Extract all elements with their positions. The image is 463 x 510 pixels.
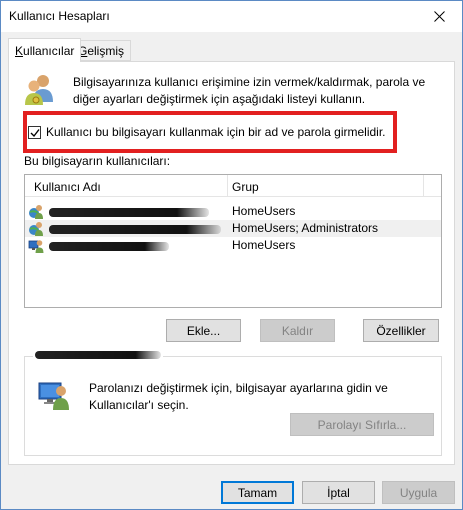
password-info-text: Parolanızı değiştirmek için, bilgisayar … (89, 381, 388, 412)
checkmark-icon (30, 128, 40, 137)
groupbox-title (33, 351, 163, 360)
tab-users[interactable]: Kullanıcılar (8, 38, 82, 62)
intro-text: Bilgisayarınıza kullanıcı erişimine izin… (73, 75, 426, 106)
cancel-button[interactable]: İptal (302, 481, 375, 504)
apply-button[interactable]: Uygula (382, 481, 455, 504)
redacted-username (49, 225, 221, 234)
close-icon (433, 11, 445, 22)
column-header-username[interactable]: Kullanıcı Adı (34, 180, 101, 194)
user-globe-icon (29, 222, 43, 236)
table-row[interactable]: HomeUsers (25, 203, 441, 220)
users-tab-panel: Bilgisayarınıza kullanıcı erişimine izin… (8, 61, 455, 465)
redacted-username (49, 208, 209, 217)
table-row[interactable]: HomeUsers; Administrators (25, 220, 441, 237)
listview-header: Kullanıcı Adı Grup (25, 175, 441, 197)
password-groupbox: Parolanızı değiştirmek için, bilgisayar … (24, 351, 442, 456)
require-password-checkbox[interactable] (28, 125, 41, 139)
user-globe-icon (29, 205, 43, 219)
window-title: Kullanıcı Hesapları (9, 9, 110, 23)
tab-users-accel: K (15, 44, 24, 58)
user-monitor-icon (38, 382, 69, 410)
row-group: HomeUsers (232, 204, 296, 218)
tab-advanced-label: elişmiş (87, 44, 125, 58)
reset-password-button[interactable]: Parolayı Sıfırla... (290, 413, 434, 436)
close-button[interactable] (416, 1, 462, 32)
row-group: HomeUsers; Administrators (232, 221, 379, 235)
redacted-groupbox-title (35, 351, 161, 359)
add-user-button[interactable]: Ekle... (166, 319, 241, 342)
row-group: HomeUsers (232, 238, 296, 252)
table-row[interactable]: HomeUsers (25, 237, 441, 254)
require-password-row[interactable]: Kullanıcı bu bilgisayarı kullanmak için … (28, 125, 386, 139)
users-icon (25, 75, 53, 105)
users-listview[interactable]: Kullanıcı Adı Grup HomeUsers HomeUsers; … (24, 174, 442, 308)
tab-users-label: ullanıcılar (23, 44, 75, 58)
user-accounts-window: Kullanıcı Hesapları Kullanıcılar Gelişmi… (0, 0, 463, 510)
column-divider[interactable] (423, 175, 424, 197)
properties-button[interactable]: Özellikler (363, 319, 439, 342)
redacted-username (49, 242, 169, 251)
ok-button[interactable]: Tamam (221, 481, 294, 504)
require-password-label: Kullanıcı bu bilgisayarı kullanmak için … (46, 125, 386, 139)
title-bar: Kullanıcı Hesapları (1, 1, 462, 32)
remove-user-button[interactable]: Kaldır (260, 319, 335, 342)
user-computer-icon (28, 240, 44, 253)
column-header-group[interactable]: Grup (232, 180, 259, 194)
column-divider[interactable] (227, 175, 228, 197)
users-list-label: Bu bilgisayarın kullanıcıları: (24, 154, 171, 168)
